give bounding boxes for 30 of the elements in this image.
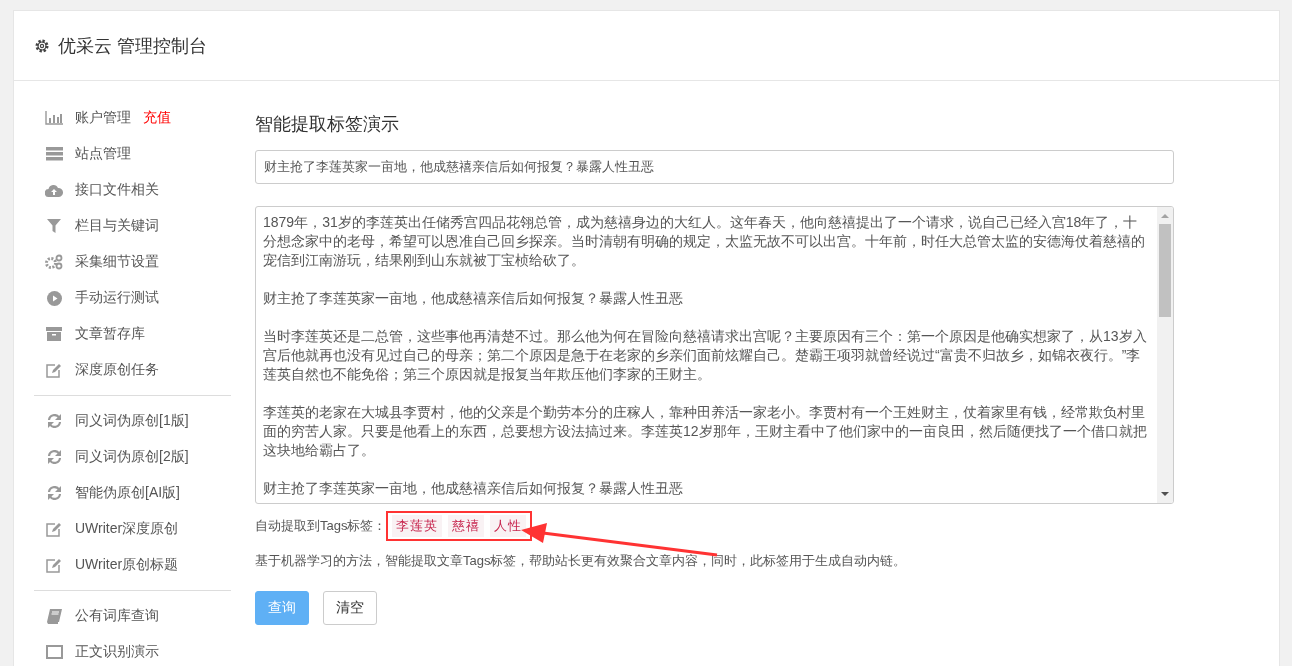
- tag: 人性: [490, 515, 527, 537]
- sidebar-item[interactable]: 站点管理: [34, 136, 231, 172]
- clear-button[interactable]: 清空: [323, 591, 377, 625]
- sidebar-item[interactable]: 深度原创任务: [34, 352, 231, 388]
- sidebar-item[interactable]: 同义词伪原创[1版]: [34, 403, 231, 439]
- sidebar-item[interactable]: 接口文件相关: [34, 172, 231, 208]
- sidebar-item[interactable]: 同义词伪原创[2版]: [34, 439, 231, 475]
- sidebar-item[interactable]: 栏目与关键词: [34, 208, 231, 244]
- sidebar-item[interactable]: 公有词库查询: [34, 598, 231, 634]
- tags-label: 自动提取到Tags标签：: [255, 517, 387, 535]
- sidebar-item[interactable]: 账户管理 充值: [34, 100, 231, 136]
- recharge-badge[interactable]: 充值: [143, 109, 171, 127]
- tag: 李莲英: [392, 515, 443, 537]
- sidebar-item[interactable]: 文章暂存库: [34, 316, 231, 352]
- sidebar-item[interactable]: UWriter原创标题: [34, 547, 231, 583]
- article-paragraph: 财主抢了李莲英家一亩地，他成慈禧亲信后如何报复？暴露人性丑恶: [263, 479, 684, 498]
- sidebar-item[interactable]: UWriter深度原创: [34, 511, 231, 547]
- sidebar-item[interactable]: 手动运行测试: [34, 280, 231, 316]
- tag: 慈禧: [448, 515, 485, 537]
- article-paragraph: 1879年，31岁的李莲英出任储秀宫四品花翎总管，成为慈禧身边的大红人。这年春天，他向慈禧提出了一个请求，说自己已经入宫18年了，十分想念家中的老母，希望可以恩准自己回乡探亲。当时清朝有明确的规定，太监无故不可以出宫。十年前，时任大总管太监的安德海仗着慈禧的宠信到江南游玩，结果刚到山东就被丁宝桢给砍了。: [263, 213, 1146, 270]
- sidebar-item[interactable]: 正文识别演示: [34, 634, 231, 666]
- panel-title: 智能提取标签演示: [255, 113, 400, 136]
- article-paragraph: 李莲英的老家在大城县李贾村，他的父亲是个勤劳本分的庄稼人，靠种田养活一家老小。李贾村有一个王姓财主，仗着家里有钱，经常欺负村里面的穷苦人家。只要是他看上的东西，总要想方设法搞过来。李莲英12岁那年，王财主看中了他们家中的一亩良田，然后随便找了一个借口就把这块地给霸占了。: [263, 403, 1147, 460]
- sidebar-item[interactable]: 采集细节设置: [34, 244, 231, 280]
- console-title: 优采云 管理控制台: [58, 34, 207, 58]
- sidebar-label: 账户管理: [75, 109, 131, 127]
- title-input-field[interactable]: 财主抢了李莲英家一亩地，他成慈禧亲信后如何报复？暴露人性丑恶: [255, 150, 1174, 184]
- sidebar-item[interactable]: 智能伪原创[AI版]: [34, 475, 231, 511]
- article-paragraph: 当时李莲英还是二总管，这些事他再清楚不过。那么他为何在冒险向慈禧请求出宫呢？主要原因有三个：第一个原因是他确实想家了，从13岁入宫后他就再也没有见过自己的母亲；第二个原因是急于在老家的乡亲们面前炫耀自己。楚霸王项羽就曾经说过“富贵不归故乡，如锦衣夜行。”李莲英自然也不能免俗；第三个原因就是报复当年欺压他们李家的王财主。: [263, 327, 1147, 384]
- article-paragraph: 财主抢了李莲英家一亩地，他成慈禧亲信后如何报复？暴露人性丑恶: [263, 289, 684, 308]
